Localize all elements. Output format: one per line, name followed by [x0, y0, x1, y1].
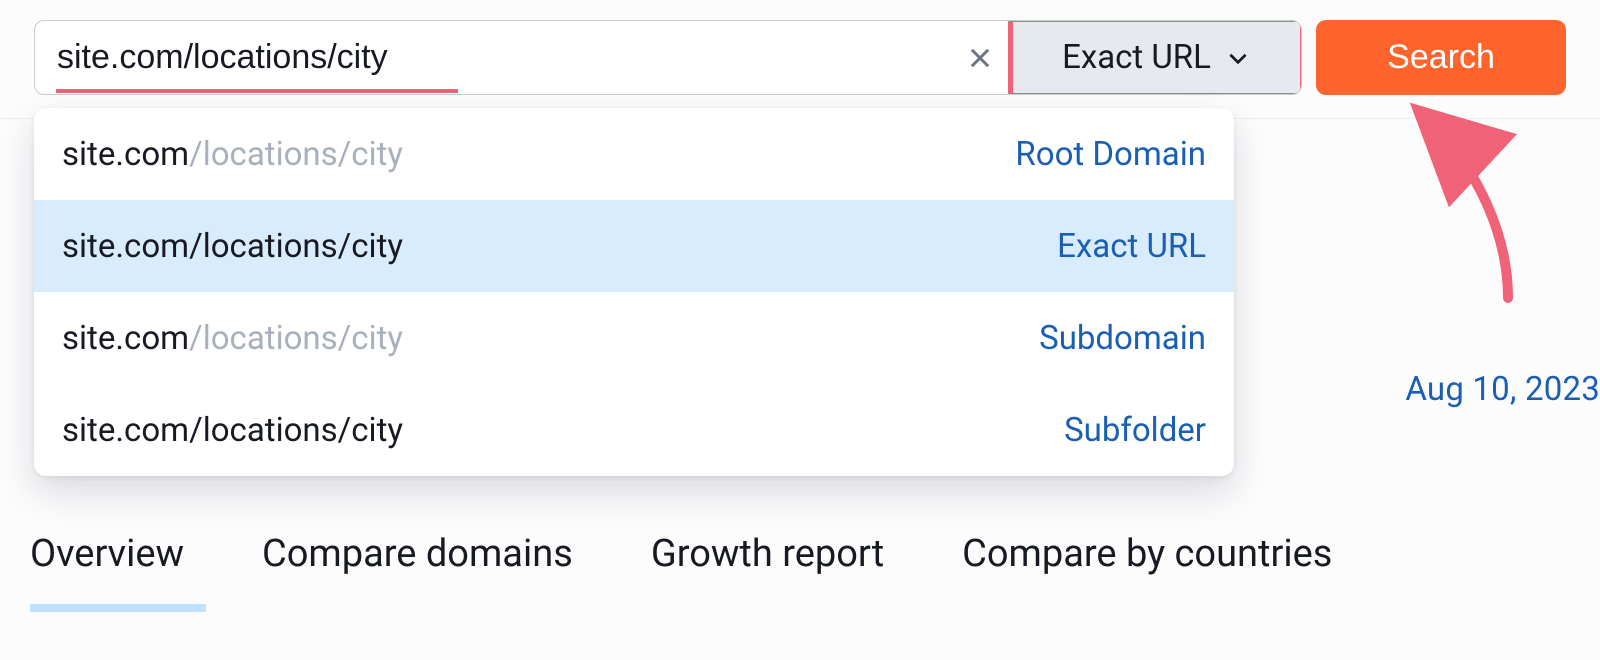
search-button[interactable]: Search	[1316, 20, 1566, 95]
suggestion-row[interactable]: site.com/locations/city Subdomain	[34, 292, 1234, 384]
tab-overview[interactable]: Overview	[30, 532, 184, 588]
tab-compare-domains[interactable]: Compare domains	[262, 532, 573, 588]
search-bar: Exact URL Search	[34, 20, 1566, 95]
chevron-down-icon	[1225, 45, 1251, 71]
close-icon	[966, 44, 994, 72]
scope-dropdown-label: Exact URL	[1062, 38, 1211, 77]
clear-input-button[interactable]	[949, 21, 1011, 94]
suggestion-scope: Exact URL	[1057, 227, 1206, 266]
suggestion-url-prefix: site.com/locations/city	[62, 227, 403, 266]
suggestion-row[interactable]: site.com/locations/city Root Domain	[34, 108, 1234, 200]
suggestion-scope: Root Domain	[1015, 135, 1206, 174]
suggestion-url: site.com/locations/city	[62, 135, 403, 174]
report-tabs: Overview Compare domains Growth report C…	[30, 532, 1332, 588]
suggestion-url-prefix: site.com/locations/city	[62, 411, 403, 450]
suggestion-url: site.com/locations/city	[62, 227, 403, 266]
annotation-arrow-icon	[1400, 98, 1530, 308]
suggestion-url-suffix: /locations/city	[189, 135, 403, 174]
suggestion-url: site.com/locations/city	[62, 411, 403, 450]
suggestion-url-suffix: /locations/city	[189, 319, 403, 358]
suggestion-row[interactable]: site.com/locations/city Subfolder	[34, 384, 1234, 476]
date-label: Aug 10, 2023	[1405, 370, 1600, 409]
scope-dropdown-button[interactable]: Exact URL	[1011, 21, 1301, 94]
suggestion-scope: Subdomain	[1039, 319, 1206, 358]
suggestion-row[interactable]: site.com/locations/city Exact URL	[34, 200, 1234, 292]
search-box: Exact URL	[34, 20, 1302, 95]
tab-growth-report[interactable]: Growth report	[651, 532, 884, 588]
annotation-underline	[56, 89, 458, 93]
tab-label: Compare by countries	[962, 532, 1332, 576]
active-tab-indicator	[30, 604, 206, 612]
suggestion-url-prefix: site.com	[62, 135, 189, 174]
suggestions-dropdown: site.com/locations/city Root Domain site…	[34, 108, 1234, 476]
suggestion-url-prefix: site.com	[62, 319, 189, 358]
suggestion-scope: Subfolder	[1064, 411, 1206, 450]
url-input[interactable]	[35, 21, 949, 94]
tab-label: Growth report	[651, 532, 884, 576]
search-button-label: Search	[1387, 38, 1495, 77]
tab-compare-countries[interactable]: Compare by countries	[962, 532, 1332, 588]
suggestion-url: site.com/locations/city	[62, 319, 403, 358]
tab-label: Compare domains	[262, 532, 573, 576]
tab-label: Overview	[30, 532, 184, 576]
